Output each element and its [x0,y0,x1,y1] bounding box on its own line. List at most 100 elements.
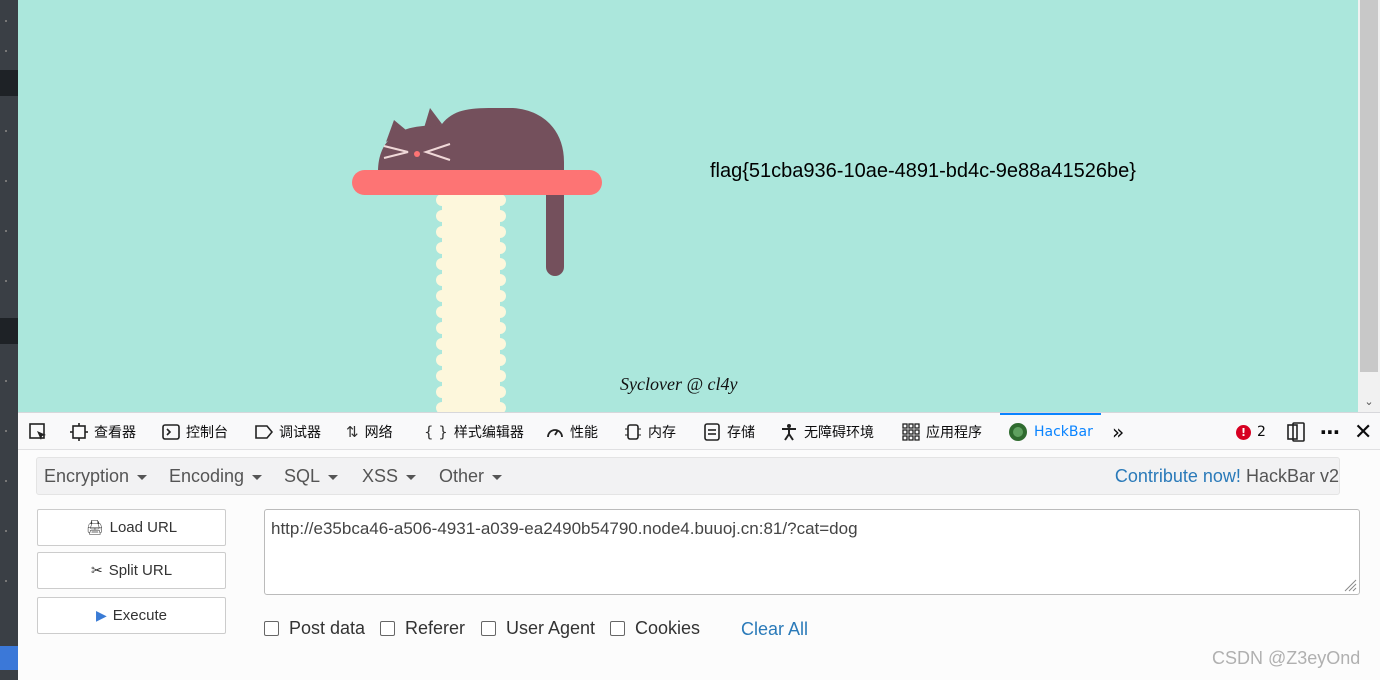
devtools-toolbar: 查看器 控制台 调试器 ⇅ 网络 { } 样式编辑器 性能 内存 存储 无障碍环… [18,412,1380,450]
close-icon: ✕ [1354,419,1373,445]
checkbox-icon [380,621,395,636]
split-url-button[interactable]: ✂ Split URL [37,552,226,589]
tab-style-editor-label: 样式编辑器 [453,425,524,441]
cookies-checkbox[interactable]: Cookies [610,618,700,639]
tab-performance-label: 性能 [570,425,598,441]
resize-grip-icon[interactable] [1343,578,1357,592]
tab-application-label: 应用程序 [926,425,982,441]
devtools-menu-button[interactable]: ⋯ [1320,413,1340,451]
tab-debugger-label: 调试器 [279,425,321,441]
tab-inspector[interactable]: 查看器 [70,413,136,451]
element-picker-button[interactable] [28,413,48,451]
tab-memory[interactable]: 内存 [624,413,676,451]
tab-network-label: 网络 [364,425,393,441]
other-menu[interactable]: Other [439,466,503,487]
more-tabs-button[interactable]: » [1112,413,1124,451]
tab-hackbar[interactable]: HackBar [1000,413,1101,449]
accessibility-icon [782,424,796,441]
split-url-label: Split URL [108,562,173,579]
scissors-icon: ✂ [90,562,103,578]
caret-down-icon [328,474,339,480]
url-textarea[interactable]: http://e35bca46-a506-4931-a039-ea2490b54… [264,509,1360,595]
style-editor-icon: { } [424,423,448,441]
page-viewport: flag{51cba936-10ae-4891-bd4c-9e88a41526b… [18,0,1358,412]
sql-menu-label: SQL [284,466,321,486]
hackbar-panel: Encryption Encoding SQL XSS Other Contri… [18,450,1380,680]
post-data-checkbox[interactable]: Post data [264,618,365,639]
load-url-button[interactable]: 🖨 Load URL [37,509,226,546]
tab-hackbar-label: HackBar [1034,424,1093,440]
inspector-icon [70,423,88,441]
scroll-down-arrow-icon[interactable]: ⌄ [1363,396,1375,408]
page-scrollbar[interactable]: ⌄ [1358,0,1380,412]
tab-inspector-label: 查看器 [94,425,136,441]
checkbox-icon [610,621,625,636]
tab-accessibility[interactable]: 无障碍环境 [780,413,874,451]
encryption-menu-label: Encryption [44,466,130,486]
element-picker-icon [29,423,46,440]
xss-menu-label: XSS [362,466,399,486]
tab-style-editor[interactable]: { } 样式编辑器 [424,413,524,451]
storage-icon [704,423,720,441]
cookies-label: Cookies [635,618,701,638]
background-window-strip [0,0,18,680]
play-icon: ▶ [96,607,107,623]
referer-label: Referer [405,618,466,638]
console-icon [162,424,180,440]
network-icon: ⇅ [346,423,359,441]
close-devtools-button[interactable]: ✕ [1354,413,1372,451]
checkbox-icon [481,621,496,636]
tab-network[interactable]: ⇅ 网络 [346,413,393,451]
tab-console[interactable]: 控制台 [162,413,228,451]
tab-performance[interactable]: 性能 [546,413,598,451]
error-count-badge[interactable]: ! 2 [1236,413,1266,451]
clear-all-link[interactable]: Clear All [741,619,808,640]
performance-icon [547,429,563,438]
xss-menu[interactable]: XSS [362,466,417,487]
tab-console-label: 控制台 [186,425,228,441]
tab-application[interactable]: 应用程序 [902,413,982,451]
tab-storage[interactable]: 存储 [703,413,755,451]
hackbar-contribute: Contribute now! HackBar v2 [1115,466,1339,487]
responsive-design-button[interactable] [1286,413,1306,451]
user-agent-label: User Agent [506,618,596,638]
user-agent-checkbox[interactable]: User Agent [481,618,595,639]
scrollbar-thumb[interactable] [1360,0,1378,372]
referer-checkbox[interactable]: Referer [380,618,465,639]
sql-menu[interactable]: SQL [284,466,339,487]
flag-text: flag{51cba936-10ae-4891-bd4c-9e88a41526b… [710,160,1136,182]
double-chevron-right-icon: » [1112,420,1125,444]
memory-icon [625,424,641,440]
caret-down-icon [492,474,503,480]
caret-down-icon [406,474,417,480]
url-value: http://e35bca46-a506-4931-a039-ea2490b54… [271,519,858,538]
hackbar-menubar: Encryption Encoding SQL XSS Other Contri… [36,457,1340,495]
caret-down-icon [137,474,148,480]
load-url-label: Load URL [109,519,178,536]
contribute-link[interactable]: Contribute now! [1115,466,1241,486]
debugger-icon [255,425,273,439]
encoding-menu[interactable]: Encoding [169,466,263,487]
application-icon [902,423,920,441]
encryption-menu[interactable]: Encryption [44,466,148,487]
error-count: 2 [1257,424,1266,440]
hackbar-icon [1009,423,1027,441]
execute-button[interactable]: ▶ Execute [37,597,226,634]
post-data-label: Post data [289,618,366,638]
error-icon: ! [1236,424,1251,440]
execute-label: Execute [112,607,167,624]
tab-storage-label: 存储 [727,425,755,441]
tab-accessibility-label: 无障碍环境 [804,425,874,441]
other-menu-label: Other [439,466,485,486]
responsive-design-icon [1287,422,1305,442]
tab-memory-label: 内存 [648,425,676,441]
load-url-icon: 🖨 [85,519,104,535]
caret-down-icon [252,474,263,480]
tab-debugger[interactable]: 调试器 [255,413,321,451]
signature-text: Syclover @ cl4y [620,374,738,394]
checkbox-icon [264,621,279,636]
more-options-icon: ⋯ [1320,420,1340,444]
csdn-watermark: CSDN @Z3eyOnd [1212,648,1361,668]
encoding-menu-label: Encoding [169,466,245,486]
hackbar-version: HackBar v2 [1245,466,1339,486]
